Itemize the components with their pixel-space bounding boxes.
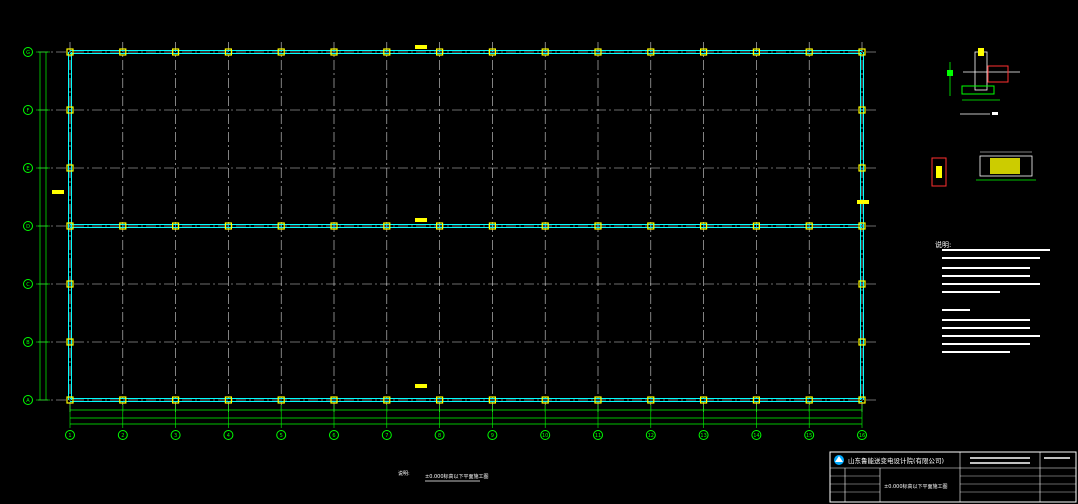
axis-bubble-label: F — [27, 108, 30, 114]
axis-bubble-label: B — [26, 340, 30, 346]
axis-bubble-label: 14 — [753, 433, 759, 439]
axis-bubble-label: 2 — [121, 433, 124, 439]
axis-bubble-label: 10 — [542, 433, 548, 439]
axis-bubble-label: 15 — [806, 433, 812, 439]
axis-bubble-label: 9 — [491, 433, 494, 439]
axis-bubble-label: C — [26, 282, 30, 288]
axis-bubble-label: 6 — [332, 433, 335, 439]
axis-bubble-label: G — [26, 50, 30, 56]
annotation-tag — [415, 218, 427, 222]
annotation-tag — [52, 190, 64, 194]
axis-bubble-label: 5 — [280, 433, 283, 439]
axis-bubble-label: 7 — [385, 433, 388, 439]
axis-bubble-label: E — [26, 166, 29, 172]
axis-bubble-label: 16 — [859, 433, 865, 439]
axis-bubble-label: D — [26, 224, 30, 230]
annotation-tag — [415, 384, 427, 388]
axis-bubble-label: 8 — [438, 433, 441, 439]
axis-bubble-label: 11 — [595, 433, 601, 439]
annotation-tag — [415, 45, 427, 49]
cad-drawing: 1 2 3 4 5 6 7 8 9 10 11 12 13 14 15 16GFEDCBA 说明: — [0, 0, 1078, 504]
company-name: 山东鲁能送变电设计院(有限公司) — [848, 456, 944, 465]
drawing-title: ±0.000标高以下平面施工图 — [884, 483, 948, 490]
plan-caption-prefix: 说明: — [398, 470, 410, 477]
drawing-background — [0, 0, 1078, 504]
notes-heading: 说明: — [935, 240, 951, 249]
axis-bubble-label: 4 — [227, 433, 230, 439]
axis-bubble-label: 1 — [68, 433, 71, 439]
annotation-tag — [857, 200, 869, 204]
company-logo-icon — [834, 455, 844, 465]
axis-bubble-label: 13 — [700, 433, 706, 439]
plan-caption-text: ±0.000标高以下平面施工图 — [425, 473, 489, 480]
axis-bubble-label: 3 — [174, 433, 177, 439]
axis-bubble-label: A — [26, 398, 30, 404]
axis-bubble-label: 12 — [648, 433, 654, 439]
